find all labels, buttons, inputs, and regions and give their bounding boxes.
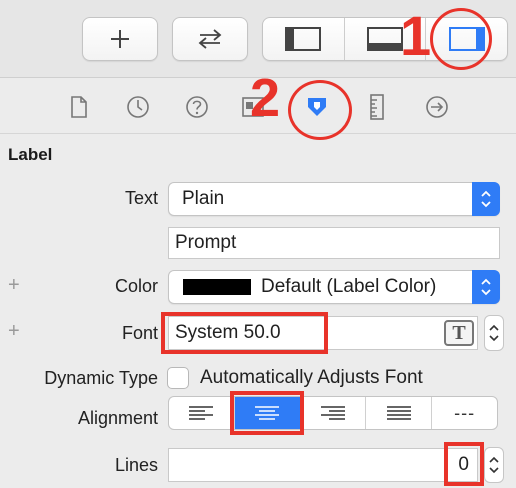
swap-arrows-icon bbox=[198, 29, 222, 49]
align-right-icon bbox=[320, 406, 345, 420]
font-picker-button[interactable]: T bbox=[444, 320, 474, 346]
plus-icon bbox=[111, 30, 129, 48]
text-type-value: Plain bbox=[182, 188, 225, 209]
ruler-icon bbox=[370, 94, 384, 120]
add-color-variation-button[interactable]: + bbox=[8, 274, 20, 297]
annotation-circle-2 bbox=[288, 80, 352, 140]
tab-connections-inspector[interactable] bbox=[420, 90, 454, 124]
add-button[interactable] bbox=[82, 17, 158, 61]
dynamic-type-label: Dynamic Type bbox=[44, 368, 158, 388]
clock-icon bbox=[127, 96, 149, 118]
add-font-variation-button[interactable]: + bbox=[8, 320, 20, 343]
alignment-control: --- bbox=[168, 396, 498, 430]
color-popup[interactable]: Default (Label Color) bbox=[168, 270, 500, 304]
section-title: Label bbox=[8, 145, 53, 164]
color-label: Color bbox=[114, 276, 158, 296]
popup-arrows-icon bbox=[472, 182, 500, 216]
annotation-box-lines bbox=[444, 442, 484, 486]
lines-label: Lines bbox=[114, 455, 158, 475]
stepper-arrows-icon bbox=[489, 324, 499, 342]
document-icon bbox=[71, 96, 87, 118]
align-left-icon bbox=[189, 406, 214, 420]
lines-field[interactable]: 0 bbox=[168, 448, 478, 482]
label-text-value: Prompt bbox=[175, 232, 237, 253]
annotation-box-font bbox=[161, 312, 328, 354]
color-value: Default (Label Color) bbox=[261, 276, 437, 297]
text-label: Text bbox=[124, 188, 158, 208]
auto-adjust-font-label[interactable]: Automatically Adjusts Font bbox=[200, 367, 423, 389]
help-icon bbox=[186, 96, 208, 118]
annotation-number-2: 2 bbox=[250, 68, 281, 128]
annotation-circle-1 bbox=[430, 8, 492, 70]
tab-size-inspector[interactable] bbox=[360, 90, 394, 124]
annotation-number-1: 1 bbox=[400, 4, 432, 67]
tab-quick-help-inspector[interactable] bbox=[180, 90, 214, 124]
left-panel-icon bbox=[285, 27, 322, 51]
stepper-arrows-icon bbox=[489, 456, 499, 474]
alignment-label: Alignment bbox=[77, 408, 158, 428]
tab-history-inspector[interactable] bbox=[121, 90, 155, 124]
font-size-stepper[interactable] bbox=[484, 315, 504, 351]
align-natural-label: --- bbox=[454, 402, 476, 423]
text-type-popup[interactable]: Plain bbox=[168, 182, 500, 216]
align-left-button[interactable] bbox=[169, 397, 235, 429]
tab-file-inspector[interactable] bbox=[62, 90, 96, 124]
align-right-button[interactable] bbox=[301, 397, 367, 429]
lines-stepper[interactable] bbox=[484, 447, 504, 483]
bottom-panel-icon bbox=[367, 27, 403, 51]
auto-adjust-font-checkbox[interactable] bbox=[167, 367, 189, 389]
toggle-navigator[interactable] bbox=[263, 18, 345, 60]
popup-arrows-icon bbox=[472, 270, 500, 304]
swap-button[interactable] bbox=[172, 17, 248, 61]
text-format-icon: T bbox=[452, 321, 466, 344]
font-label: Font bbox=[121, 323, 158, 343]
align-natural-button[interactable]: --- bbox=[432, 397, 497, 429]
arrow-circle-icon bbox=[426, 96, 448, 118]
align-justified-icon bbox=[386, 406, 411, 420]
label-text-field[interactable]: Prompt bbox=[168, 227, 500, 259]
align-justified-button[interactable] bbox=[366, 397, 433, 429]
annotation-box-alignment bbox=[230, 391, 304, 435]
color-swatch bbox=[183, 279, 251, 295]
